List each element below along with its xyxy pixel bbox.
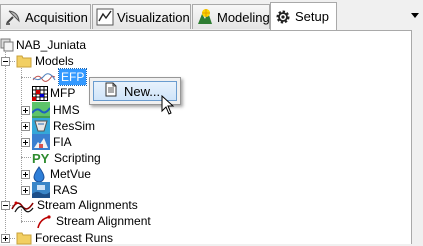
tree-item-label: NAB_Juniata: [16, 38, 87, 52]
tree-item-label: EFP: [57, 68, 88, 86]
tab-label: Visualization: [117, 9, 190, 25]
folder-icon: [16, 231, 32, 245]
tree-item-hms[interactable]: HMS: [32, 102, 80, 118]
tree-item-ressim[interactable]: ResSim: [32, 118, 95, 134]
satellite-dish-icon: [4, 8, 22, 26]
tree-item-label: MetVue: [50, 167, 91, 181]
chevron-down-icon: [411, 13, 419, 18]
expand-toggle[interactable]: [21, 138, 30, 147]
expand-toggle[interactable]: [1, 234, 10, 243]
python-icon: PY: [32, 151, 50, 165]
efp-icon: [32, 71, 56, 83]
tree-line: [21, 77, 31, 78]
project-tree: NAB_Juniata Models EFP MFP HMS ResSim FI…: [0, 30, 412, 245]
new-menu-label: New...: [124, 83, 161, 99]
tree-item-label: RAS: [53, 183, 78, 197]
tab-visualization[interactable]: Visualization: [92, 4, 191, 29]
tree-item-metvue[interactable]: MetVue: [32, 166, 91, 182]
tree-item-label: Models: [35, 54, 74, 68]
tree-item-label: Stream Alignment: [56, 214, 151, 228]
tab-label: Modeling: [217, 9, 270, 25]
tab-acquisition[interactable]: Acquisition: [0, 4, 91, 29]
tree-item-efp[interactable]: EFP: [32, 68, 88, 86]
project-icon: [0, 38, 14, 52]
svg-text:PY: PY: [32, 151, 50, 165]
tree-item-label: ResSim: [53, 119, 96, 133]
stream-alignments-icon: [11, 197, 35, 213]
tree-line: [21, 157, 31, 158]
water-drop-icon: [32, 166, 46, 182]
tree-item-stream-alignment[interactable]: Stream Alignment: [36, 213, 151, 229]
tab-scroll-arrow[interactable]: [408, 4, 422, 30]
expand-toggle[interactable]: [21, 122, 30, 131]
tab-setup[interactable]: Setup: [270, 2, 337, 30]
tree-item-label: HMS: [53, 103, 80, 117]
tab-bar: Acquisition Visualization Modeling Setup: [0, 0, 423, 30]
tree-item-label: Scripting: [54, 151, 101, 165]
expand-toggle[interactable]: [21, 186, 30, 195]
tab-label: Setup: [295, 9, 329, 24]
tree-item-stream-alignments[interactable]: Stream Alignments: [11, 197, 138, 213]
fia-icon: [32, 134, 50, 150]
tree-item-label: Stream Alignments: [37, 198, 138, 212]
tab-modeling[interactable]: Modeling: [192, 4, 270, 29]
chart-icon: [96, 8, 114, 26]
grid-icon: [32, 85, 48, 101]
new-document-icon: [104, 82, 118, 100]
tree-item-ras[interactable]: RAS: [32, 182, 78, 198]
tab-label: Acquisition: [25, 9, 88, 25]
collapse-toggle[interactable]: [1, 201, 10, 210]
gear-icon: [274, 8, 292, 26]
modeling-icon: [196, 8, 214, 26]
ressim-icon: [32, 118, 50, 134]
tree-item-models[interactable]: Models: [16, 53, 74, 69]
stream-alignment-icon: [36, 213, 52, 229]
mouse-cursor-icon: [161, 94, 175, 118]
expand-toggle[interactable]: [21, 106, 30, 115]
ras-icon: [32, 182, 50, 198]
tree-item-root[interactable]: NAB_Juniata: [0, 37, 86, 53]
tree-item-fia[interactable]: FIA: [32, 134, 72, 150]
collapse-toggle[interactable]: [1, 57, 10, 66]
folder-icon: [16, 54, 32, 68]
tree-line: [21, 221, 35, 222]
tree-item-mfp[interactable]: MFP: [32, 85, 75, 101]
tree-item-label: MFP: [50, 86, 76, 100]
hms-icon: [32, 102, 50, 118]
expand-toggle[interactable]: [21, 170, 30, 179]
tree-item-label: FIA: [53, 135, 72, 149]
tree-item-scripting[interactable]: PY Scripting: [32, 150, 101, 166]
